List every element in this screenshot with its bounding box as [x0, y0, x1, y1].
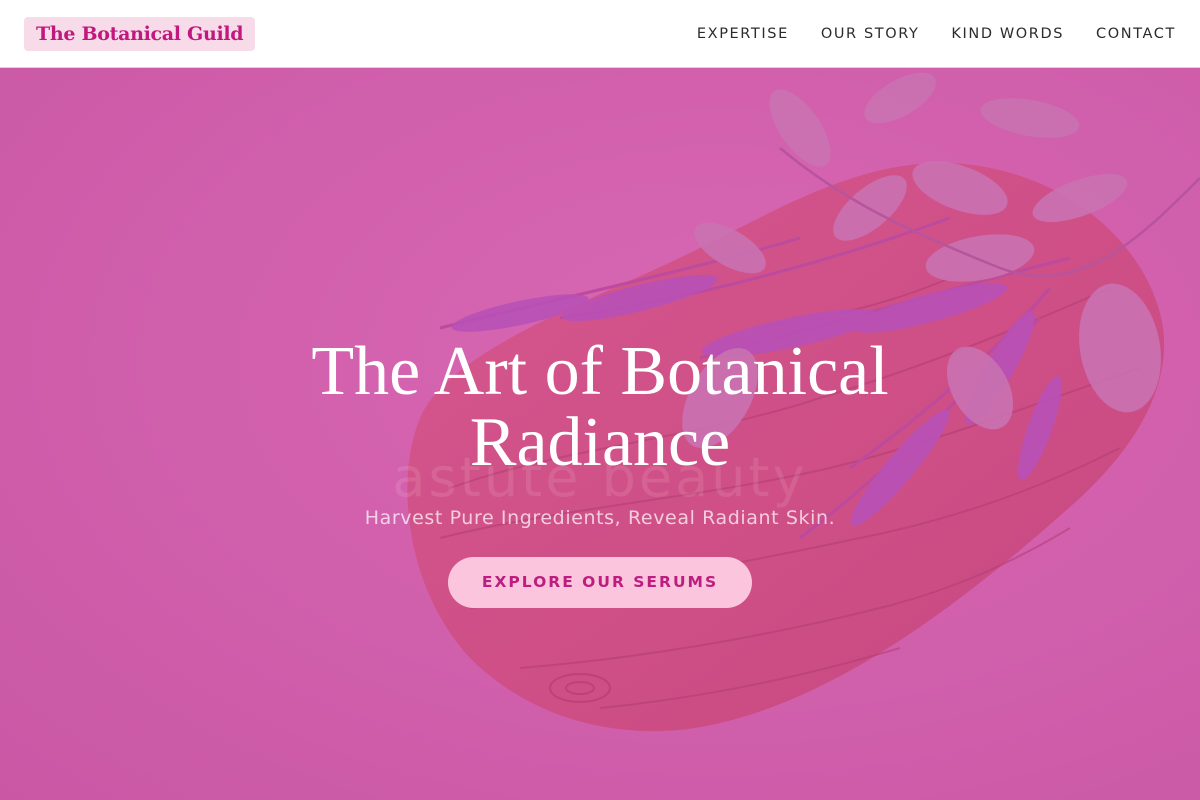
- nav-link-our-story[interactable]: OUR STORY: [821, 26, 920, 42]
- hero-ghost-text: astute beauty: [392, 446, 808, 509]
- hero-subtitle: Harvest Pure Ingredients, Reveal Radiant…: [364, 506, 836, 529]
- explore-serums-button[interactable]: EXPLORE OUR SERUMS: [448, 556, 752, 608]
- hero-section: astute beauty The Art of Botanical Radia…: [0, 68, 1200, 800]
- nav-link-contact[interactable]: CONTACT: [1096, 26, 1176, 42]
- hero-title-line1: The Art of Botanical: [311, 333, 889, 410]
- nav-link-expertise[interactable]: EXPERTISE: [697, 26, 789, 42]
- hero-content: astute beauty The Art of Botanical Radia…: [0, 68, 1200, 800]
- brand-logo[interactable]: The Botanical Guild: [24, 16, 256, 51]
- main-nav: EXPERTISE OUR STORY KIND WORDS CONTACT: [697, 26, 1176, 42]
- site-header: The Botanical Guild EXPERTISE OUR STORY …: [0, 0, 1200, 68]
- nav-link-kind-words[interactable]: KIND WORDS: [951, 26, 1064, 42]
